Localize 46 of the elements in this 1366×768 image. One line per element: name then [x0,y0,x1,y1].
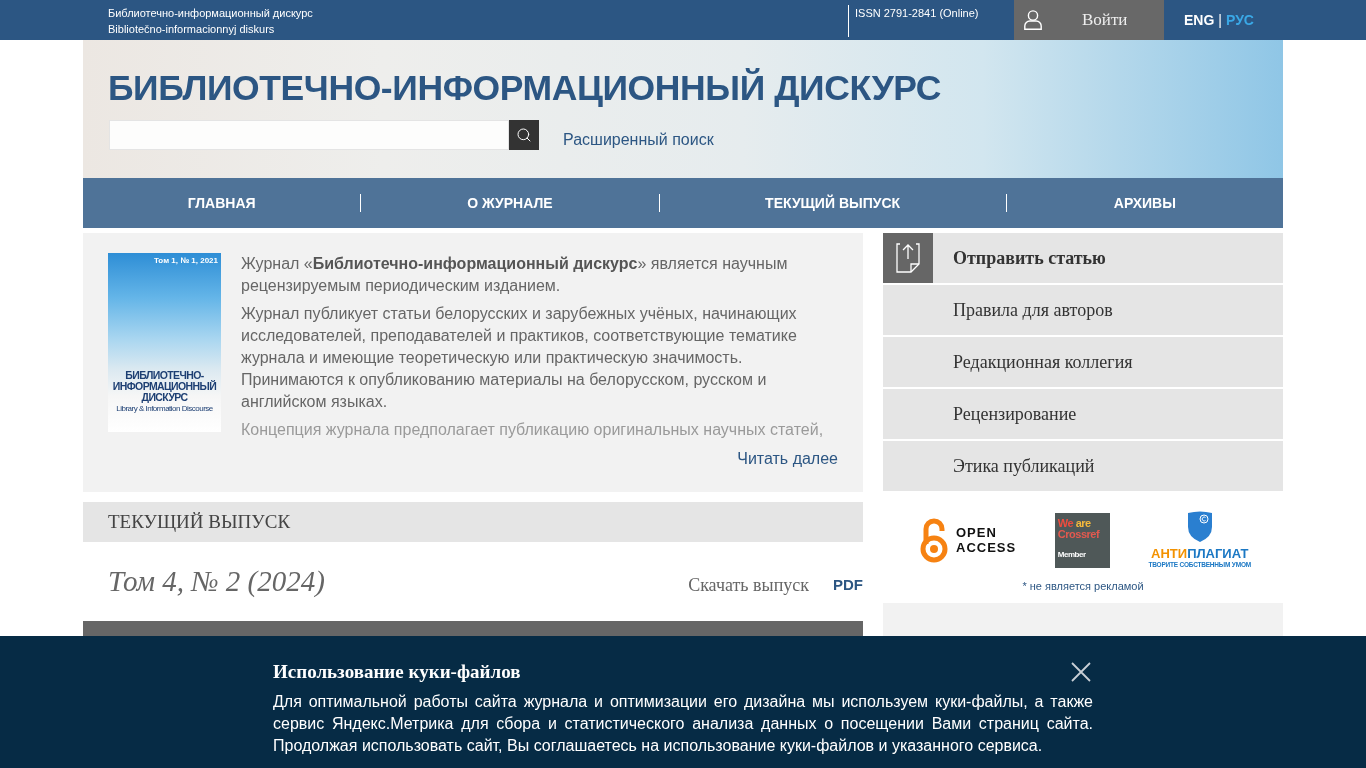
login-button[interactable]: Войти [1014,0,1164,40]
not-advertising-note: * не является рекламой [1022,579,1144,594]
cover-issue: Том 1, № 1, 2021 [153,256,218,266]
crossref-text: We are [1057,517,1092,529]
crossref-text: Member [1057,548,1087,560]
pdf-link[interactable]: PDF [833,574,863,597]
user-icon [1024,10,1042,30]
cookie-title: Использование куки-файлов [273,660,521,684]
language-link[interactable]: ENG [1184,9,1215,31]
current-issue-heading: ТЕКУЩИЙ ВЫПУСК [83,502,863,542]
about-paragraph: Журнал публикует статьи белорусских и зарубежных учёных, начинающих исследователей, преподавателей и практиков, соответствующие тематике журнала и имеющие теоретическую или практическую значимость. Принимаются к опубликованию материалы на белорусском, русском и английском языках. [241,304,798,412]
shield-icon [1186,511,1213,543]
cookie-notice-text: Для оптимальной работы сайта журнала и оптимизации его дизайна мы используем куки-файлы, а также сервис Яндекс.Метрика для сбора и статистического анализа данных о посещении Вами страниц сайта. Продолжая использовать сайт, Вы соглашаетесь на использование куки-файлов и указанного сервиса. [273,691,1093,756]
sidebar-menu-link[interactable]: Этика публикаций [883,441,1283,491]
nav-link[interactable]: АРХИВЫ [1006,192,1283,214]
menu-label: Отправить статью [953,246,1106,270]
close-button[interactable] [1071,662,1091,683]
open-lock-icon [920,517,948,563]
nav-link[interactable]: ГЛАВНАЯ [83,192,361,214]
download-issue-label: Скачать выпуск [688,574,809,597]
issue-volume-title: Том 4, № 2 (2024) [108,564,325,599]
crossref-text: Crossref [1057,528,1101,540]
read-more-link[interactable]: Читать далее [737,447,838,471]
about-paragraph: Журнал «Библиотечно-информационный дискурс» является научным рецензируемым периодическим изданием. [241,254,789,296]
sidebar-menu-link[interactable]: Рецензирование [883,389,1283,439]
nav-link[interactable]: ТЕКУЩИЙ ВЫПУСК [659,192,1006,214]
advanced-search-link[interactable]: Расширенный поиск [563,128,714,152]
sidebar-menu-link[interactable]: Правила для авторов [883,285,1283,335]
journal-title: БИБЛИОТЕЧНО-ИНФОРМАЦИОННЫЙ ДИСКУРС [108,67,941,110]
about-faded-line: Концепция журнала предполагает публикацию оригинальных научных статей, [241,420,824,440]
antiplagiat-wordmark: АНТИПЛАГИАТ [1151,546,1249,561]
open-access-label: OPEN ACCESS [956,525,1017,555]
close-icon [1071,662,1091,683]
nav-link[interactable]: О ЖУРНАЛЕ [361,192,659,214]
site-name: Библиотечно-информационный дискурс [108,6,313,21]
issn-text: ISSN 2791-2841 (Online) [855,6,979,21]
sidebar-menu-link[interactable]: Редакционная коллегия [883,337,1283,387]
language-separator: | [1218,10,1222,30]
cover-subtitle: Library & Information Discourse [116,404,213,414]
submit-article-link[interactable]: Отправить статью [883,233,1283,283]
search-field[interactable] [109,119,509,150]
cover-title: БИБЛИОТЕЧНО-ИНФОРМАЦИОННЫЙ ДИСКУРС [111,370,218,403]
search-button[interactable] [509,119,539,150]
document-upload-icon [883,233,933,283]
search-icon [516,126,532,143]
site-name-latin: Bibliotečno-informacionnyj diskurs [108,22,275,37]
